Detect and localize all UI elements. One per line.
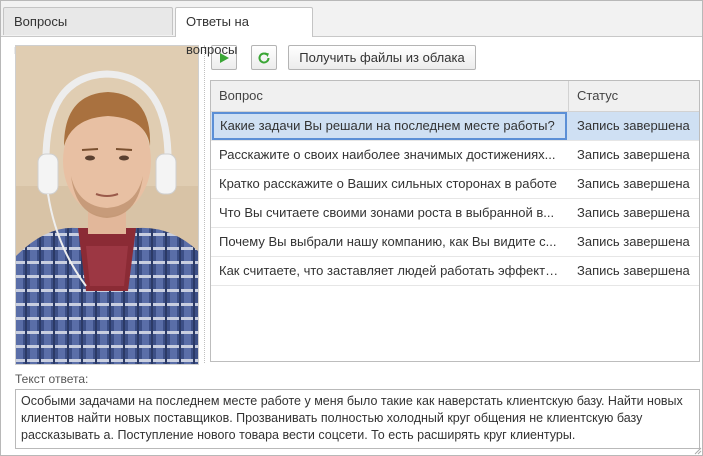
app-window: Вопросы видеоинтервью Ответы на вопросы bbox=[0, 0, 703, 456]
table-row[interactable]: Почему Вы выбрали нашу компанию, как Вы … bbox=[211, 228, 699, 257]
table-row[interactable]: Расскажите о своих наиболее значимых дос… bbox=[211, 141, 699, 170]
resize-grip-icon[interactable] bbox=[692, 445, 702, 455]
panel-splitter[interactable] bbox=[204, 45, 205, 363]
question-cell: Расскажите о своих наиболее значимых дос… bbox=[219, 147, 556, 162]
question-cell: Что Вы считаете своими зонами роста в вы… bbox=[219, 205, 555, 220]
video-frame-illustration bbox=[16, 46, 198, 364]
column-header-status[interactable]: Статус bbox=[569, 81, 699, 111]
status-cell: Запись завершена bbox=[577, 263, 690, 278]
table-row[interactable]: Какие задачи Вы решали на последнем мест… bbox=[211, 112, 699, 141]
status-cell: Запись завершена bbox=[577, 118, 690, 133]
status-cell: Запись завершена bbox=[577, 234, 690, 249]
tab-answers[interactable]: Ответы на вопросы bbox=[175, 7, 313, 57]
question-cell: Какие задачи Вы решали на последнем мест… bbox=[212, 112, 567, 140]
answer-text-field[interactable]: Особыми задачами на последнем месте рабо… bbox=[15, 389, 700, 449]
candidate-video[interactable] bbox=[15, 45, 199, 365]
questions-table[interactable]: Вопрос Статус Какие задачи Вы решали на … bbox=[210, 80, 700, 362]
table-header: Вопрос Статус bbox=[211, 81, 699, 112]
refresh-icon bbox=[258, 52, 270, 64]
get-files-from-cloud-button[interactable]: Получить файлы из облака bbox=[288, 45, 476, 70]
question-cell: Почему Вы выбрали нашу компанию, как Вы … bbox=[219, 234, 557, 249]
table-row[interactable]: Что Вы считаете своими зонами роста в вы… bbox=[211, 199, 699, 228]
answer-text-label: Текст ответа: bbox=[15, 372, 89, 386]
question-cell: Кратко расскажите о Ваших сильных сторон… bbox=[219, 176, 557, 191]
status-cell: Запись завершена bbox=[577, 176, 690, 191]
table-row[interactable]: Кратко расскажите о Ваших сильных сторон… bbox=[211, 170, 699, 199]
tab-bar: Вопросы видеоинтервью Ответы на вопросы bbox=[1, 1, 702, 57]
status-cell: Запись завершена bbox=[577, 205, 690, 220]
tab-video-interview-questions[interactable]: Вопросы видеоинтервью bbox=[3, 7, 173, 57]
column-header-question[interactable]: Вопрос bbox=[211, 81, 569, 111]
question-cell: Как считаете, что заставляет людей работ… bbox=[219, 263, 559, 278]
refresh-button[interactable] bbox=[251, 45, 277, 70]
table-row[interactable]: Как считаете, что заставляет людей работ… bbox=[211, 257, 699, 286]
status-cell: Запись завершена bbox=[577, 147, 690, 162]
